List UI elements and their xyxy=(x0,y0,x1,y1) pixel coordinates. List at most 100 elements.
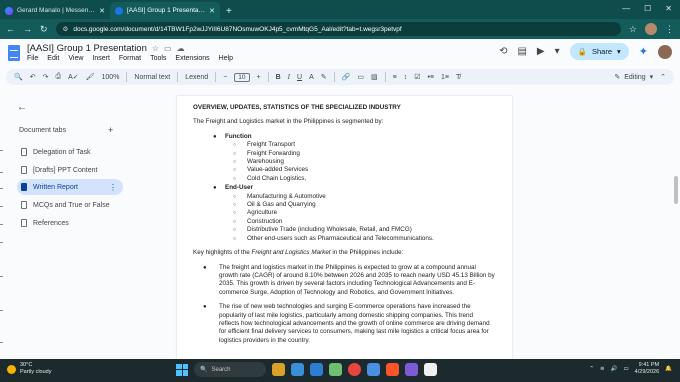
clock[interactable]: 9:41 PM 4/29/2026 xyxy=(635,362,659,376)
close-window-icon[interactable]: ✕ xyxy=(665,4,672,13)
time: 9:41 PM xyxy=(638,362,660,368)
window-controls: — ☐ ✕ xyxy=(614,0,680,17)
italic-icon[interactable]: I xyxy=(288,73,290,81)
doc-title[interactable]: [AASI] Group 1 Presentation xyxy=(27,43,147,54)
taskbar-apps: 🔍 Search xyxy=(176,362,437,377)
collapse-toolbar-icon[interactable]: ⌃ xyxy=(660,73,666,81)
more-options-icon[interactable]: ⋮ xyxy=(109,183,117,192)
store-icon[interactable] xyxy=(310,363,323,376)
menu-view[interactable]: View xyxy=(68,55,83,62)
close-tab-icon[interactable]: ✕ xyxy=(209,7,215,15)
sidebar-item-delegation[interactable]: Delegation of Task xyxy=(17,144,123,160)
image-icon[interactable]: ▨ xyxy=(371,73,378,81)
menu-help[interactable]: Help xyxy=(219,55,233,62)
back-icon[interactable]: ← xyxy=(6,24,15,34)
align-icon[interactable]: ≡ xyxy=(393,74,397,81)
meet-icon[interactable]: ▶ xyxy=(537,46,545,57)
weather-widget[interactable]: 30°C Partly cloudy xyxy=(7,362,52,376)
file-explorer-icon[interactable] xyxy=(272,363,285,376)
back-arrow-icon[interactable]: ← xyxy=(17,102,27,113)
browser-profile-avatar[interactable] xyxy=(645,23,657,35)
sidebar-item-drafts[interactable]: [Drafts] PPT Content xyxy=(17,162,123,178)
docs-logo-icon[interactable] xyxy=(8,45,20,61)
windows-start-icon[interactable] xyxy=(176,363,188,376)
style-select[interactable]: Normal text xyxy=(134,74,170,81)
sidebar-item-written-report[interactable]: Written Report ⋮ xyxy=(17,179,123,195)
redo-icon[interactable]: ↷ xyxy=(43,73,49,81)
wifi-icon[interactable]: ≋ xyxy=(600,366,605,372)
scrollbar-thumb[interactable] xyxy=(674,176,678,204)
move-folder-icon[interactable]: ▭ xyxy=(164,44,172,53)
scrollbar-track[interactable] xyxy=(672,96,680,359)
brave-icon[interactable] xyxy=(386,363,399,376)
list-text: Other end-users such as Pharmaceutical a… xyxy=(247,234,434,242)
site-info-icon[interactable]: ⚙ xyxy=(63,25,69,33)
menu-extensions[interactable]: Extensions xyxy=(175,55,209,62)
menu-file[interactable]: File xyxy=(27,55,38,62)
add-comment-icon[interactable]: ▭ xyxy=(357,73,364,81)
zoom-select[interactable]: 100% xyxy=(102,74,120,81)
decrease-size-icon[interactable]: − xyxy=(223,74,227,81)
menu-insert[interactable]: Insert xyxy=(92,55,110,62)
checklist-icon[interactable]: ☑ xyxy=(414,73,420,81)
clear-formatting-icon[interactable]: T̸ xyxy=(456,74,460,81)
browser-menu-icon[interactable]: ⋮ xyxy=(665,24,674,35)
app-icon[interactable] xyxy=(329,363,342,376)
menu-edit[interactable]: Edit xyxy=(47,55,59,62)
star-icon[interactable]: ☆ xyxy=(152,44,159,53)
app-icon[interactable] xyxy=(367,363,380,376)
browser-tab-messenger[interactable]: Gerard Manalo | Messenger ✕ xyxy=(0,2,110,19)
url-field[interactable]: ⚙ docs.google.com/document/d/14TBW1Fp2wJ… xyxy=(55,22,621,36)
menu-tools[interactable]: Tools xyxy=(150,55,166,62)
menu-format[interactable]: Format xyxy=(119,55,141,62)
chevron-down-icon[interactable]: ▾ xyxy=(555,46,560,57)
maximize-icon[interactable]: ☐ xyxy=(644,4,651,13)
add-tab-button[interactable]: + xyxy=(108,125,113,135)
increase-size-icon[interactable]: + xyxy=(257,74,261,81)
chevron-up-icon[interactable]: ⌃ xyxy=(589,366,594,372)
volume-icon[interactable]: 🔊 xyxy=(611,366,618,372)
font-select[interactable]: Lexend xyxy=(185,74,208,81)
account-avatar[interactable] xyxy=(658,44,672,59)
cloud-saved-icon[interactable]: ☁ xyxy=(177,44,185,53)
battery-icon[interactable]: ▭ xyxy=(623,366,628,372)
undo-icon[interactable]: ↶ xyxy=(30,73,36,81)
notion-icon[interactable] xyxy=(424,363,437,376)
edge-icon[interactable] xyxy=(291,363,304,376)
paint-format-icon[interactable]: 🖌 xyxy=(86,73,95,81)
line-spacing-icon[interactable]: ↕ xyxy=(404,74,408,81)
document-body[interactable]: OVERVIEW, UPDATES, STATISTICS OF THE SPE… xyxy=(193,104,495,345)
chevron-down-icon[interactable]: ▾ xyxy=(617,47,621,56)
editing-mode-select[interactable]: ✎ Editing ▾ xyxy=(614,73,653,82)
text-color-icon[interactable]: A xyxy=(309,74,314,81)
spellcheck-icon[interactable]: A✓ xyxy=(68,73,79,81)
bulleted-list-icon[interactable]: •≡ xyxy=(427,74,434,81)
print-icon[interactable]: ⎙ xyxy=(55,73,61,81)
browser-tab-docs[interactable]: [AASI] Group 1 Presentation - G ✕ xyxy=(110,2,220,19)
app-icon[interactable] xyxy=(405,363,418,376)
font-size-input[interactable]: 10 xyxy=(234,72,250,82)
underline-icon[interactable]: U xyxy=(297,74,302,81)
sidebar-item-references[interactable]: References xyxy=(17,215,123,231)
chrome-icon[interactable] xyxy=(348,363,361,376)
taskbar-search[interactable]: 🔍 Search xyxy=(194,362,266,377)
forward-icon[interactable]: → xyxy=(23,24,32,34)
sidebar-item-mcqs[interactable]: MCQs and True or False xyxy=(17,197,123,213)
comments-icon[interactable]: ▤ xyxy=(517,46,526,57)
notifications-icon[interactable]: 🔔 xyxy=(665,366,672,372)
new-tab-button[interactable]: + xyxy=(220,6,238,19)
gemini-icon[interactable]: ✦ xyxy=(639,45,648,58)
share-button[interactable]: 🔒 Share ▾ xyxy=(569,43,629,60)
search-menus-icon[interactable]: 🔍 xyxy=(14,73,23,81)
close-tab-icon[interactable]: ✕ xyxy=(99,7,105,15)
bold-icon[interactable]: B xyxy=(276,74,281,81)
numbered-list-icon[interactable]: 1≡ xyxy=(441,74,449,81)
link-icon[interactable]: 🔗 xyxy=(342,73,351,81)
history-icon[interactable]: ⟲ xyxy=(499,46,507,57)
document-page[interactable]: OVERVIEW, UPDATES, STATISTICS OF THE SPE… xyxy=(177,96,512,359)
highlight-icon[interactable]: ✎ xyxy=(321,73,327,81)
minimize-icon[interactable]: — xyxy=(622,4,630,13)
reload-icon[interactable]: ↻ xyxy=(40,24,48,35)
sidebar-item-label: [Drafts] PPT Content xyxy=(33,166,98,174)
bookmark-star-icon[interactable]: ☆ xyxy=(629,24,637,35)
